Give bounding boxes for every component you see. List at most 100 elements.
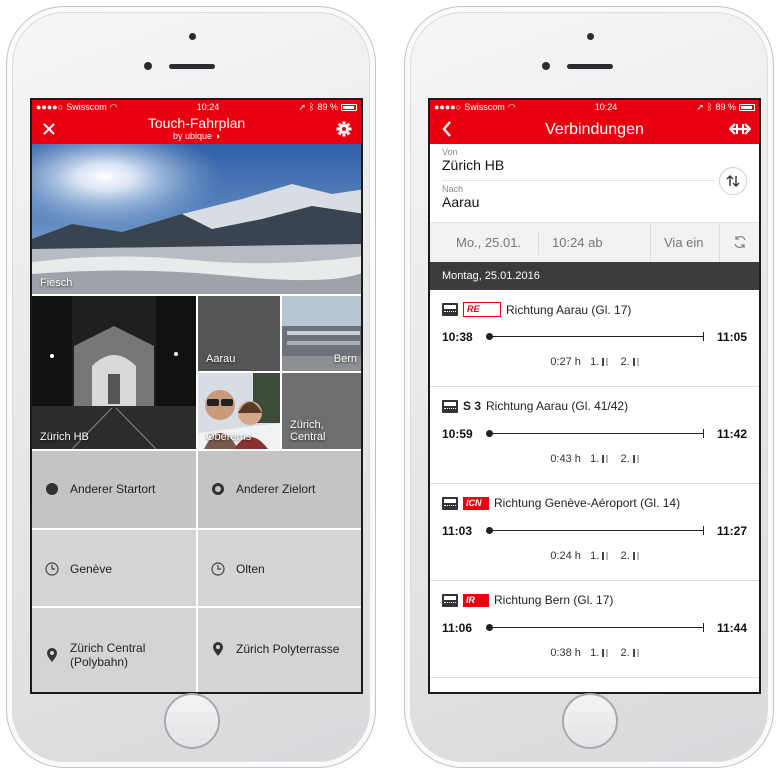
tile-label: Zürich, Central [290, 419, 326, 443]
wifi-icon: ◠ [109, 101, 118, 112]
direction-text: Richtung Genève-Aéroport (Gl. 14) [494, 496, 681, 510]
tile-oberems[interactable]: Oberems [198, 373, 280, 449]
right-screen: ●●●●○ Swisscom ◠ 10:24 ➚ ᛒ 89 % Verbindu… [428, 98, 761, 694]
connection-meta: 0:24 h 1. 2. [430, 550, 759, 562]
tile-label: Zürich HB [40, 431, 89, 443]
tile-zurich-central[interactable]: Zürich, Central [282, 373, 361, 449]
first-class-occupancy-icon [602, 552, 609, 560]
connection-header: RE Richtung Aarau (Gl. 17) [442, 302, 631, 317]
train-icon [442, 303, 458, 316]
connection-row[interactable]: S 3 Richtung Aarau (Gl. 41/42) 10:59 11:42 0… [430, 387, 759, 484]
connection-header: ICN Richtung Genève-Aéroport (Gl. 14) [442, 496, 680, 510]
divider [719, 223, 720, 263]
filled-circle-icon [44, 483, 60, 495]
train-category-badge: S 3 [463, 398, 482, 413]
tile-label: Bern [333, 353, 357, 365]
train-icon [442, 496, 458, 510]
action-label: Anderer Startort [70, 482, 156, 496]
carrier-name: Swisscom [66, 102, 107, 112]
tile-bern[interactable]: Bern [282, 296, 361, 371]
options-bar: Mo., 25.01. 10:24 ab Via ein [430, 222, 759, 263]
connection-header: S 3 Richtung Aarau (Gl. 41/42) [442, 399, 628, 413]
to-field[interactable]: Nach Aarau [442, 184, 479, 210]
front-camera [587, 33, 594, 40]
first-class-occupancy-icon [602, 358, 609, 366]
first-class-label: 1. [590, 453, 600, 465]
earpiece-speaker [169, 64, 215, 69]
divider [650, 223, 651, 263]
first-class-label: 1. [590, 550, 600, 562]
action-location-polybahn[interactable]: Zürich Central (Polybahn) [44, 641, 145, 669]
action-recent-geneve[interactable]: Genève [44, 561, 112, 577]
carrier-name: Swisscom [464, 102, 505, 112]
train-category-badge: ICN [463, 496, 489, 510]
duration: 0:38 h [550, 647, 581, 659]
direction-text: Richtung Aarau (Gl. 41/42) [486, 399, 629, 413]
connection-timeline: 11:06 11:44 [442, 621, 747, 635]
refresh-button[interactable] [733, 235, 747, 254]
action-other-start[interactable]: Anderer Startort [44, 482, 155, 496]
swap-icon [726, 175, 740, 187]
signal-dots-icon: ●●●●○ [434, 102, 462, 112]
connection-meta: 0:38 h 1. 2. [430, 647, 759, 659]
action-label: Zürich Polyterrasse [236, 642, 340, 656]
action-other-destination[interactable]: Anderer Zielort [210, 482, 315, 496]
day-header-text: Montag, 25.01.2016 [442, 270, 540, 282]
history-icon [44, 561, 60, 577]
connection-row[interactable]: IR Richtung Bern (Gl. 17) 11:06 11:44 0:38 h… [430, 581, 759, 678]
page-title: Verbindungen [545, 121, 644, 138]
reverse-direction-button[interactable] [725, 114, 755, 144]
direction-text: Richtung Aarau (Gl. 17) [506, 302, 632, 317]
left-screen: ●●●●○ Swisscom ◠ 10:24 ➚ ᛒ 89 % Touch-Fa… [30, 98, 363, 694]
battery-percent: 89 % [317, 102, 338, 112]
tile-zurich-hb[interactable]: Zürich HB [32, 296, 196, 449]
battery-icon [739, 103, 755, 111]
right-phone-frame: ●●●●○ Swisscom ◠ 10:24 ➚ ᛒ 89 % Verbindu… [404, 6, 774, 768]
train-category-badge: IR [463, 593, 489, 607]
ring-icon [210, 483, 226, 495]
to-label: Nach [442, 184, 464, 194]
departure-time: 10:38 [442, 330, 473, 344]
arrival-time: 11:42 [716, 427, 747, 441]
bluetooth-icon: ᛒ [707, 102, 713, 112]
connection-row[interactable]: ICN Richtung Genève-Aéroport (Gl. 14) 11:0… [430, 484, 759, 581]
left-navbar: Touch-Fahrplan by ubique ◑ [32, 114, 361, 144]
arrival-time: 11:27 [716, 524, 747, 538]
tile-label: Aarau [206, 353, 236, 365]
first-class-occupancy-icon [602, 455, 609, 463]
ubique-logo-icon: ◑ [214, 131, 220, 141]
from-field[interactable]: Von Zürich HB [442, 147, 504, 173]
journey-line [490, 433, 703, 434]
fiesch-photo [32, 144, 361, 294]
wifi-icon: ◠ [507, 101, 516, 112]
tile-aarau[interactable]: Aarau [198, 296, 280, 371]
date-selector[interactable]: Mo., 25.01. [456, 235, 521, 250]
time-selector[interactable]: 10:24 ab [552, 235, 603, 250]
connection-row[interactable]: RE Richtung Aarau (Gl. 17) 10:38 11:05 0:27 … [430, 290, 759, 387]
action-recent-olten[interactable]: Olten [210, 561, 265, 577]
location-arrow-icon: ➚ [298, 101, 307, 112]
route-form: Von Zürich HB Nach Aarau [430, 144, 759, 222]
sbb-double-arrow-icon [729, 123, 751, 135]
home-button[interactable] [164, 693, 220, 749]
app-title: Touch-Fahrplan [147, 115, 246, 131]
home-button[interactable] [562, 693, 618, 749]
settings-button[interactable] [329, 114, 359, 144]
via-selector[interactable]: Via ein [664, 235, 704, 250]
action-location-polyterrasse[interactable]: Zürich Polyterrasse [210, 641, 339, 657]
connection-header: IR Richtung Bern (Gl. 17) [442, 593, 613, 607]
left-phone-frame: ●●●●○ Swisscom ◠ 10:24 ➚ ᛒ 89 % Touch-Fa… [6, 6, 376, 768]
history-icon [210, 561, 226, 577]
gear-icon [336, 121, 352, 137]
second-class-label: 2. [620, 647, 630, 659]
journey-line [490, 336, 703, 337]
connection-timeline: 10:59 11:42 [442, 427, 747, 441]
second-class-label: 2. [620, 356, 630, 368]
swap-stations-button[interactable] [719, 167, 747, 195]
departure-time: 11:03 [442, 524, 473, 538]
tile-fiesch[interactable]: Fiesch [32, 144, 361, 294]
connection-meta: 0:43 h 1. 2. [430, 453, 759, 465]
departure-time: 10:59 [442, 427, 473, 441]
bluetooth-icon: ᛒ [309, 102, 315, 112]
action-label: Genève [70, 562, 113, 576]
